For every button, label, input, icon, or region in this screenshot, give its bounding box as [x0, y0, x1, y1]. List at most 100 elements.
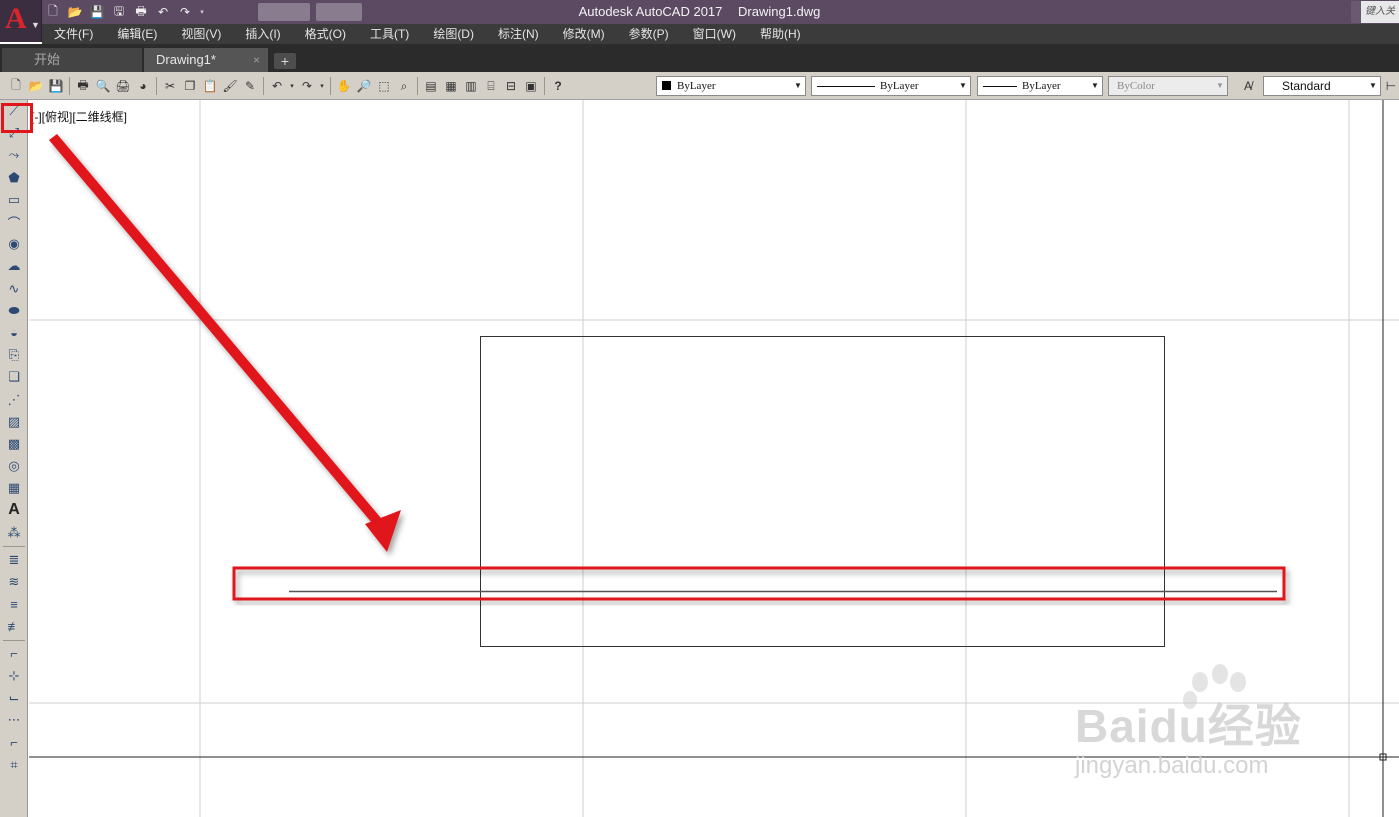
publish-icon[interactable]: 🖨	[113, 76, 133, 96]
spline-icon[interactable]: ∿	[0, 278, 28, 300]
gradient-icon[interactable]: ▩	[0, 433, 28, 455]
menu-item[interactable]: 视图(V)	[169, 24, 233, 44]
3d-print-icon[interactable]: ◕	[133, 76, 153, 96]
edit-1-icon[interactable]: ⌐	[0, 643, 28, 665]
circle-icon[interactable]: ◉	[0, 233, 28, 255]
standard-toolbar: 🗋 📂 💾 🖶 🔍 🖨 ◕ ✂ ❐ 📋 🖌 ✎ ↶ ▾ ↷ ▾ ✋ 🔎 ⬚ ⌕	[0, 72, 1399, 100]
cut-icon[interactable]: ✂	[160, 76, 180, 96]
polygon-icon[interactable]: ⬟	[0, 167, 28, 189]
copy-icon[interactable]: ❐	[180, 76, 200, 96]
edit-2-icon[interactable]: ⊹	[0, 665, 28, 687]
menu-item[interactable]: 窗口(W)	[681, 24, 748, 44]
chevron-down-icon[interactable]: ▾	[317, 76, 327, 96]
arc-icon[interactable]: ⌒	[0, 211, 28, 233]
table-icon[interactable]: ▦	[0, 477, 28, 499]
plot-icon[interactable]: 🖶	[73, 76, 93, 96]
text-style-dropdown[interactable]: Standard ▼	[1263, 76, 1381, 96]
chevron-down-icon[interactable]: ▾	[287, 76, 297, 96]
menu-item[interactable]: 编辑(E)	[105, 24, 169, 44]
lineweight-control-dropdown[interactable]: ByLayer ▼	[977, 76, 1103, 96]
open-icon[interactable]: 📂	[26, 76, 46, 96]
toolbar-separator	[544, 77, 545, 95]
layer-4-icon[interactable]: ≢	[0, 615, 28, 637]
redo-icon[interactable]: ↷	[297, 76, 317, 96]
layer-2-icon[interactable]: ≋	[0, 571, 28, 593]
ellipse-arc-icon[interactable]: ◒	[0, 322, 28, 344]
ellipse-icon[interactable]: ⬬	[0, 300, 28, 322]
design-center-icon[interactable]: ▦	[441, 76, 461, 96]
zoom-previous-icon[interactable]: ⌕	[394, 76, 414, 96]
search-input[interactable]: 键入关	[1351, 1, 1399, 23]
line-tool-highlight	[1, 103, 33, 133]
chevron-down-icon: ▼	[959, 81, 967, 90]
block-editor-icon[interactable]: ✎	[240, 76, 260, 96]
layer-3-icon[interactable]: ≡	[0, 593, 28, 615]
sheet-set-icon[interactable]: ⌸	[481, 76, 501, 96]
make-block-icon[interactable]: ❏	[0, 366, 28, 388]
toolbar-separator	[69, 77, 70, 95]
menu-item[interactable]: 帮助(H)	[748, 24, 813, 44]
menu-item[interactable]: 参数(P)	[617, 24, 681, 44]
redo-icon[interactable]: ↷	[176, 4, 194, 20]
match-properties-icon[interactable]: 🖌	[220, 76, 240, 96]
menu-item[interactable]: 插入(I)	[233, 24, 292, 44]
saveas-icon[interactable]: 🖫	[110, 4, 128, 20]
edit-4-icon[interactable]: ⋯	[0, 709, 28, 731]
edit-5-icon[interactable]: ⌐	[0, 731, 28, 753]
tab-drawing1[interactable]: Drawing1* ×	[144, 48, 268, 72]
chevron-down-icon: ▼	[1369, 81, 1377, 90]
menu-item[interactable]: 工具(T)	[358, 24, 421, 44]
rectangle-icon[interactable]: ▭	[0, 189, 28, 211]
insert-block-icon[interactable]: ⎘	[0, 344, 28, 366]
plot-preview-icon[interactable]: 🔍	[93, 76, 113, 96]
pan-icon[interactable]: ✋	[334, 76, 354, 96]
toolbar-separator	[156, 77, 157, 95]
multiline-text-icon[interactable]: A	[0, 499, 28, 521]
menu-item[interactable]: 文件(F)	[42, 24, 105, 44]
color-control-value: ByLayer	[677, 80, 716, 92]
markup-icon[interactable]: ⊟	[501, 76, 521, 96]
menu-item[interactable]: 修改(M)	[551, 24, 617, 44]
customize-icon[interactable]: ▾	[198, 4, 206, 20]
save-icon[interactable]: 💾	[46, 76, 66, 96]
window-title: Autodesk AutoCAD 2017 Drawing1.dwg	[0, 0, 1399, 24]
linetype-control-dropdown[interactable]: ByLayer ▼	[811, 76, 971, 96]
dim-style-icon[interactable]: ⊢	[1384, 76, 1398, 96]
qnew-icon[interactable]: 🗋	[6, 76, 26, 96]
tab-start[interactable]: 开始	[2, 48, 142, 72]
polyline-icon[interactable]: ⤳	[0, 144, 28, 166]
undo-icon[interactable]: ↶	[154, 4, 172, 20]
application-menu-button[interactable]: A ▼	[0, 0, 42, 42]
calculator-icon[interactable]: ▣	[521, 76, 541, 96]
new-tab-button[interactable]: +	[274, 53, 296, 69]
chevron-down-icon: ▼	[1091, 81, 1099, 90]
text-style-icon[interactable]: A̸	[1238, 76, 1258, 96]
menu-item[interactable]: 格式(O)	[293, 24, 358, 44]
help-icon[interactable]: ?	[548, 76, 568, 96]
color-swatch-icon	[662, 81, 671, 90]
edit-3-icon[interactable]: ⌙	[0, 687, 28, 709]
layer-1-icon[interactable]: ≣	[0, 549, 28, 571]
add-selected-icon[interactable]: ⁂	[0, 522, 28, 544]
hatch-icon[interactable]: ▨	[0, 411, 28, 433]
menu-item[interactable]: 绘图(D)	[421, 24, 486, 44]
tab-drawing1-label: Drawing1*	[156, 52, 216, 67]
undo-icon[interactable]: ↶	[267, 76, 287, 96]
close-icon[interactable]: ×	[253, 48, 260, 72]
viewport-controls-label[interactable]: [-][俯视][二维线框]	[31, 108, 127, 125]
save-icon[interactable]: 💾	[88, 4, 106, 20]
point-icon[interactable]: ⋰	[0, 388, 28, 410]
region-icon[interactable]: ◎	[0, 455, 28, 477]
edit-6-icon[interactable]: ⌗	[0, 753, 28, 775]
zoom-realtime-icon[interactable]: 🔎	[354, 76, 374, 96]
menu-item[interactable]: 标注(N)	[486, 24, 551, 44]
open-icon[interactable]: 📂	[66, 4, 84, 20]
tool-palettes-icon[interactable]: ▥	[461, 76, 481, 96]
revision-cloud-icon[interactable]: ☁	[0, 255, 28, 277]
print-icon[interactable]: 🖶	[132, 4, 150, 20]
paste-icon[interactable]: 📋	[200, 76, 220, 96]
new-icon[interactable]: 🗋	[44, 4, 62, 20]
color-control-dropdown[interactable]: ByLayer ▼	[656, 76, 806, 96]
properties-icon[interactable]: ▤	[421, 76, 441, 96]
zoom-window-icon[interactable]: ⬚	[374, 76, 394, 96]
